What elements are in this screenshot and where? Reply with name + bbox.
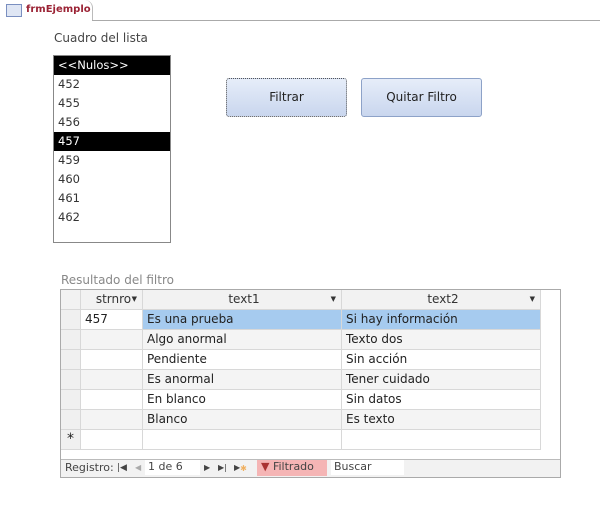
record-selector[interactable] (61, 410, 81, 430)
list-item[interactable]: <<Nulos>> (54, 56, 170, 75)
cell[interactable]: Tener cuidado (342, 370, 541, 390)
tab-divider (92, 20, 600, 21)
column-header-strnro[interactable]: strnro ▼ (81, 290, 143, 310)
first-record-button[interactable]: |◀ (117, 463, 127, 473)
filtered-toggle[interactable]: ▼ Filtrado (257, 460, 327, 476)
list-item[interactable]: 461 (54, 189, 170, 208)
record-selector[interactable] (61, 330, 81, 350)
record-label: Registro: (65, 461, 114, 474)
cell[interactable]: En blanco (143, 390, 342, 410)
form-icon (6, 4, 22, 17)
list-item[interactable]: 455 (54, 94, 170, 113)
filter-status: Filtrado (272, 460, 314, 473)
cell[interactable] (81, 330, 143, 350)
record-position-input[interactable]: 1 de 6 (145, 460, 200, 475)
record-selector[interactable] (61, 310, 81, 330)
cell[interactable] (143, 430, 342, 450)
clear-filter-button[interactable]: Quitar Filtro (361, 78, 482, 117)
funnel-icon: ▼ (261, 460, 270, 473)
cell[interactable]: Pendiente (143, 350, 342, 370)
table-row[interactable]: En blanco Sin datos (61, 390, 541, 410)
column-header-text1[interactable]: text1 ▼ (143, 290, 342, 310)
cell[interactable] (342, 430, 541, 450)
new-record-marker: * (61, 430, 81, 450)
dropdown-arrow-icon[interactable]: ▼ (331, 290, 336, 309)
record-selector[interactable] (61, 390, 81, 410)
cell[interactable] (81, 370, 143, 390)
cell[interactable] (81, 430, 143, 450)
cell[interactable]: Si hay información (342, 310, 541, 330)
previous-record-button[interactable]: ◀ (135, 463, 141, 472)
list-item[interactable]: 459 (54, 151, 170, 170)
cell[interactable]: Texto dos (342, 330, 541, 350)
list-item[interactable]: 452 (54, 75, 170, 94)
table-row[interactable]: Blanco Es texto (61, 410, 541, 430)
column-header-label: text1 (228, 292, 260, 306)
table-row[interactable]: Es anormal Tener cuidado (61, 370, 541, 390)
dropdown-arrow-icon[interactable]: ▼ (132, 290, 137, 309)
list-item[interactable]: 460 (54, 170, 170, 189)
listbox-label: Cuadro del lista (54, 31, 148, 45)
record-selector[interactable] (61, 350, 81, 370)
cell[interactable]: Sin datos (342, 390, 541, 410)
cell[interactable]: Algo anormal (143, 330, 342, 350)
new-row[interactable]: * (61, 430, 541, 450)
table-row[interactable]: Algo anormal Texto dos (61, 330, 541, 350)
last-record-button[interactable]: ▶| (218, 463, 227, 472)
search-input[interactable]: Buscar (331, 460, 404, 475)
cell[interactable]: Es una prueba (143, 310, 342, 330)
column-header-label: text2 (427, 292, 459, 306)
cell[interactable] (81, 350, 143, 370)
record-navigation-bar: Registro: |◀ ◀ 1 de 6 ▶ ▶| ▶ ✱ ▼ Filtrado… (61, 459, 560, 477)
dropdown-arrow-icon[interactable]: ▼ (530, 290, 535, 309)
cell[interactable]: Blanco (143, 410, 342, 430)
column-header-label: strnro (95, 292, 132, 306)
cell[interactable]: Es anormal (143, 370, 342, 390)
select-all-corner[interactable] (61, 290, 81, 310)
listbox[interactable]: <<Nulos>> 452 455 456 457 459 460 461 46… (53, 55, 171, 243)
list-item[interactable]: 462 (54, 208, 170, 227)
form-tab[interactable]: frmEjemplo (0, 0, 93, 20)
next-record-button[interactable]: ▶ (204, 463, 210, 472)
cell[interactable]: Sin acción (342, 350, 541, 370)
filter-button[interactable]: Filtrar (226, 78, 347, 117)
form-tab-title: frmEjemplo (26, 4, 91, 15)
datasheet: strnro ▼ text1 ▼ text2 ▼ 457 Es una prueba Si… (60, 289, 561, 478)
cell[interactable]: Es texto (342, 410, 541, 430)
cell[interactable]: 457 (81, 310, 143, 330)
list-item[interactable]: 457 (54, 132, 170, 151)
cell[interactable] (81, 390, 143, 410)
grid-label: Resultado del filtro (61, 273, 174, 287)
record-selector[interactable] (61, 370, 81, 390)
cell[interactable] (81, 410, 143, 430)
table-row[interactable]: 457 Es una prueba Si hay información (61, 310, 541, 330)
new-record-button[interactable]: ▶ ✱ (234, 463, 247, 473)
list-item[interactable]: 456 (54, 113, 170, 132)
column-header-text2[interactable]: text2 ▼ (342, 290, 541, 310)
table-row[interactable]: Pendiente Sin acción (61, 350, 541, 370)
